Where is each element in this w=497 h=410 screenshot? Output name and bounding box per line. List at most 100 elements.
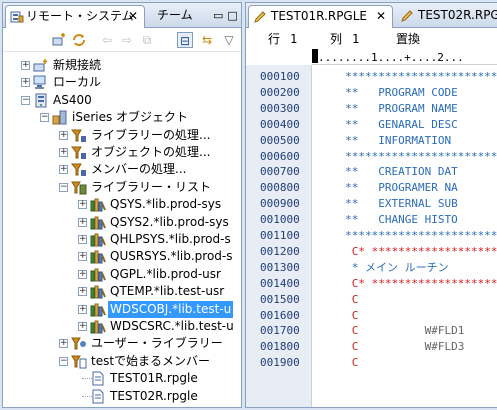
collapse-icon[interactable]: − — [21, 95, 30, 105]
expand-icon[interactable]: + — [78, 304, 87, 314]
close-icon[interactable]: ✕ — [128, 6, 138, 27]
tree-item[interactable]: TEST01R.rpgle — [3, 370, 241, 387]
code-line[interactable]: C — [312, 292, 359, 308]
code-line[interactable]: ** GENARAL DESC — [312, 117, 458, 133]
close-icon[interactable]: ✕ — [376, 6, 386, 27]
minimize-icon[interactable]: ▭ — [213, 9, 223, 22]
left-toolbar: ⇦ ⇨ ⧉ ⊟ ⇆ ▽ — [3, 28, 241, 52]
expand-icon[interactable]: + — [59, 339, 68, 349]
expand-icon[interactable]: + — [78, 217, 87, 227]
code-line[interactable]: ** PROGRAMER NA — [312, 180, 458, 196]
expand-icon[interactable]: + — [21, 61, 30, 70]
expand-icon[interactable]: + — [78, 235, 87, 244]
collapse-icon[interactable]: − — [59, 356, 68, 366]
collapse-icon[interactable]: − — [59, 182, 68, 192]
tree-item[interactable]: + WDSCSRC.*lib.test-u — [3, 318, 241, 335]
tab-test01r[interactable]: TEST01R.RPGLE ✕ — [248, 5, 393, 28]
code-line[interactable]: C W#FLD1 — [312, 323, 465, 339]
code-line[interactable]: ** CREATION DAT — [312, 164, 458, 180]
code-text: *************************** — [345, 149, 497, 163]
tree-item[interactable]: + ライブラリーの処理... — [3, 127, 241, 144]
tab-remote-systems[interactable]: リモート・システム ✕ — [5, 5, 145, 28]
code-line[interactable]: * メイン ルーチン — [312, 260, 449, 276]
tree-item[interactable]: + ユーザー・ライブラリー — [3, 335, 241, 352]
tab-team[interactable]: チーム — [153, 5, 197, 28]
code-line[interactable]: *************************** — [312, 149, 497, 165]
view-menu-icon[interactable]: ▽ — [221, 32, 237, 48]
code-line[interactable]: ** INFORMATION — [312, 133, 451, 149]
refresh-icon[interactable] — [71, 32, 87, 48]
sequence-number: 000800 — [260, 181, 300, 195]
code-line[interactable]: *************************** — [312, 228, 497, 244]
code-line[interactable]: C — [312, 355, 359, 371]
server-icon — [33, 93, 49, 108]
back-icon[interactable]: ⇦ — [99, 32, 115, 48]
expand-icon[interactable]: + — [78, 287, 87, 297]
tree-item-label: オブジェクトの処理... — [91, 145, 211, 159]
source-code-area[interactable]: *************************** ** PROGRAM C… — [312, 65, 497, 407]
collapse-all-icon[interactable]: ⊟ — [177, 32, 193, 48]
tree-item[interactable]: + QSYS.*lib.prod-sys — [3, 196, 241, 213]
tree-item[interactable]: TEST02R.rpgle — [3, 388, 241, 405]
expand-icon[interactable]: + — [59, 165, 68, 175]
tab-remote-systems-label: リモート・システム — [26, 9, 134, 23]
code-text: ** INFORMATION — [312, 133, 452, 147]
code-line[interactable]: C* ************************* — [312, 276, 497, 292]
tree-item[interactable]: + QHLPSYS.*lib.prod-s — [3, 231, 241, 248]
tree-item-label: 新規接続 — [53, 58, 102, 72]
code-text: ** GENARAL DESC — [312, 117, 458, 131]
sequence-number: 001500 — [260, 292, 300, 306]
tree-item[interactable]: − ライブラリー・リスト — [3, 179, 241, 196]
spec-letter: C — [312, 324, 359, 338]
expand-icon[interactable]: + — [21, 78, 30, 88]
tree-item[interactable]: + ローカル — [3, 74, 241, 91]
code-line[interactable]: ** PROGRAM CODE — [312, 85, 458, 101]
expand-icon[interactable]: + — [78, 269, 87, 279]
maximize-icon[interactable]: □ — [227, 9, 237, 22]
expand-icon[interactable]: + — [78, 322, 87, 331]
connection-tree: + 新規接続 + ローカル − AS400− iSeries オブジェクト + ライブラリーの処… — [3, 53, 241, 407]
tree-item-label: メンバーの処理... — [91, 162, 187, 177]
tree-item[interactable]: + WDSCOBJ.*lib.test-u — [3, 300, 241, 318]
view-menu: ▭ □ — [209, 5, 241, 28]
code-line[interactable]: ** CHANGE HISTO — [312, 212, 458, 228]
tree-item[interactable]: + QSYS2.*lib.prod-sys — [3, 214, 241, 231]
tree-item-label: TEST02R.rpgle — [110, 388, 198, 403]
code-line[interactable]: ** PROGRAM NAME — [312, 101, 458, 117]
spec-letter: C — [312, 292, 359, 306]
library-icon — [90, 232, 106, 247]
library-icon — [90, 249, 106, 264]
forward-icon[interactable]: ⇨ — [119, 32, 135, 48]
tree-item[interactable]: − AS400 — [3, 92, 241, 109]
sequence-number: 001400 — [260, 276, 300, 290]
expand-icon[interactable]: + — [78, 252, 87, 262]
up-icon[interactable]: ⧉ — [139, 32, 155, 48]
expand-icon[interactable]: + — [59, 130, 68, 140]
link-with-editor-icon[interactable]: ⇆ — [199, 32, 215, 48]
tree-item[interactable]: + オブジェクトの処理... — [3, 144, 241, 161]
collapse-icon[interactable]: − — [40, 113, 49, 123]
tree-item[interactable]: + QTEMP.*lib.test-usr — [3, 283, 241, 300]
tree-item[interactable]: − testで始まるメンバー — [3, 353, 241, 370]
tree-item[interactable]: + QUSRSYS.*lib.prod-s — [3, 248, 241, 265]
tree-item[interactable]: + メンバーの処理... — [3, 161, 241, 178]
expand-icon[interactable]: + — [59, 148, 68, 157]
tree-item[interactable]: + QGPL.*lib.prod-usr — [3, 266, 241, 283]
tree-item[interactable]: + 新規接続 — [3, 57, 241, 74]
code-line[interactable]: C W#FLD3 — [312, 339, 465, 355]
new-connection-icon — [33, 58, 49, 73]
tree-item[interactable]: − iSeries オブジェクト — [3, 109, 241, 126]
sequence-number: 001900 — [260, 356, 300, 370]
tab-test02r[interactable]: TEST02R.RPG — [396, 5, 497, 28]
new-connection-icon[interactable] — [51, 32, 67, 48]
line-label: 行 — [268, 32, 281, 46]
expand-icon[interactable]: + — [78, 200, 87, 210]
code-line[interactable]: C* ************************* — [312, 244, 497, 260]
spec-letter: C — [312, 308, 359, 322]
code-line[interactable]: ** EXTERNAL SUB — [312, 196, 458, 212]
sequence-number: 000100 — [260, 70, 300, 83]
tree-item-label: ライブラリーの処理... — [91, 127, 211, 142]
code-line[interactable]: C — [312, 308, 359, 324]
code-line[interactable]: *************************** — [312, 69, 497, 85]
sequence-number: 000900 — [260, 197, 300, 211]
